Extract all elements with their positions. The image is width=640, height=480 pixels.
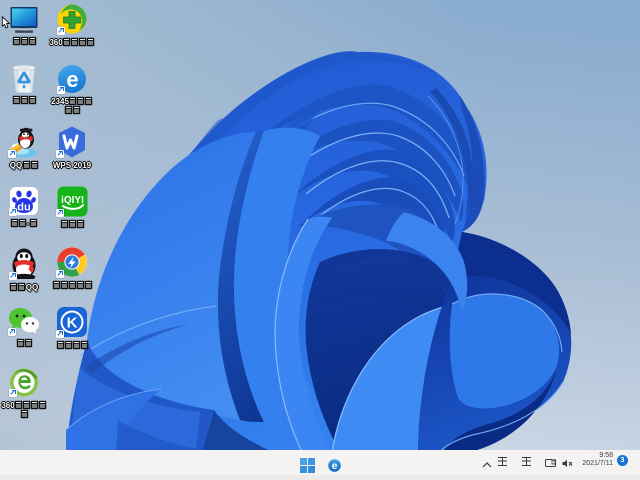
svg-text:e: e	[66, 67, 78, 92]
svg-text:e: e	[332, 460, 338, 472]
svg-text:iQIYI: iQIYI	[61, 195, 84, 206]
svg-text:K: K	[67, 315, 78, 332]
svg-text:du: du	[17, 202, 30, 214]
